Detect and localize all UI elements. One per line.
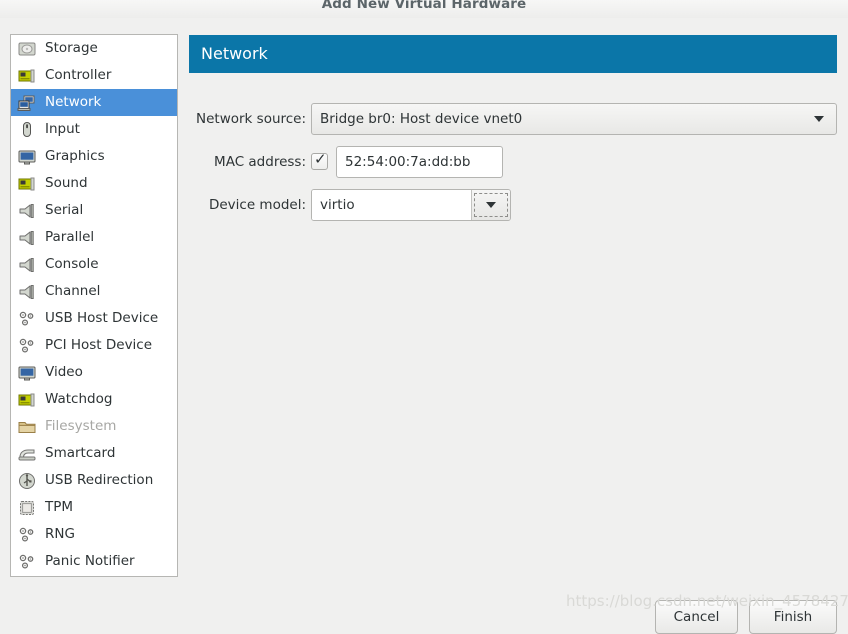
mac-address-label: MAC address: (214, 154, 306, 170)
sidebar-item-sound[interactable]: Sound (11, 170, 177, 197)
device-model-dropdown-button[interactable] (471, 190, 510, 220)
device-model-label: Device model: (208, 197, 306, 213)
sidebar-item-label: Filesystem (45, 417, 117, 434)
panel-header-banner: Network (189, 35, 837, 73)
sidebar-item-filesystem: Filesystem (11, 413, 177, 440)
sidebar-item-channel[interactable]: Channel (11, 278, 177, 305)
controller-card-icon (17, 66, 45, 86)
sidebar-item-label: Console (45, 255, 99, 272)
sidebar-item-label: Sound (45, 174, 88, 191)
sidebar-item-watchdog[interactable]: Watchdog (11, 386, 177, 413)
sidebar-item-label: USB Host Device (45, 309, 159, 326)
usb-icon (17, 471, 45, 491)
sidebar-item-label: Controller (45, 66, 112, 83)
gear-cluster-icon (17, 525, 45, 545)
serial-port-icon (17, 201, 45, 221)
network-source-value: Bridge br0: Host device vnet0 (320, 111, 523, 127)
sidebar-item-parallel[interactable]: Parallel (11, 224, 177, 251)
sidebar-item-label: USB Redirection (45, 471, 154, 488)
gear-cluster-icon (17, 336, 45, 356)
sidebar-item-rng[interactable]: RNG (11, 521, 177, 548)
dialog-body: Storage Controller Network Input Graphics Sou… (0, 18, 848, 634)
window-title: Add New Virtual Hardware (321, 0, 527, 12)
sound-card-icon (17, 174, 45, 194)
console-port-icon (17, 255, 45, 275)
sidebar-item-label: Smartcard (45, 444, 116, 461)
sidebar-item-label: Panic Notifier (45, 552, 135, 569)
sidebar-item-graphics[interactable]: Graphics (11, 143, 177, 170)
sidebar-item-label: RNG (45, 525, 75, 542)
device-model-combo[interactable]: virtio (311, 189, 511, 221)
sidebar-item-console[interactable]: Console (11, 251, 177, 278)
channel-port-icon (17, 282, 45, 302)
checkmark-icon: ✓ (314, 150, 327, 168)
sidebar-item-label: Serial (45, 201, 84, 218)
device-model-value[interactable]: virtio (312, 190, 471, 220)
gear-cluster-icon (17, 552, 45, 572)
focus-ring (474, 193, 508, 217)
sidebar-item-input[interactable]: Input (11, 116, 177, 143)
sidebar-item-label: Input (45, 120, 80, 137)
folder-icon (17, 417, 45, 437)
sidebar-item-pci-host-device[interactable]: PCI Host Device (11, 332, 177, 359)
sidebar-item-label: Channel (45, 282, 101, 299)
chip-icon (17, 498, 45, 518)
smartcard-icon (17, 444, 45, 464)
network-icon (17, 93, 45, 113)
sidebar-item-label: PCI Host Device (45, 336, 153, 353)
sidebar-item-panic-notifier[interactable]: Panic Notifier (11, 548, 177, 575)
sidebar-item-label: Watchdog (45, 390, 113, 407)
monitor-icon (17, 363, 45, 383)
sidebar-item-controller[interactable]: Controller (11, 62, 177, 89)
sidebar-item-video[interactable]: Video (11, 359, 177, 386)
sidebar-item-usb-host-device[interactable]: USB Host Device (11, 305, 177, 332)
network-source-label: Network source: (196, 111, 307, 127)
sidebar-item-label: Network (45, 93, 102, 110)
sidebar-item-label: Video (45, 363, 83, 380)
monitor-icon (17, 147, 45, 167)
sidebar-item-network[interactable]: Network (11, 89, 177, 116)
finish-button[interactable]: Finish (749, 600, 837, 634)
cancel-button[interactable]: Cancel (655, 600, 738, 634)
network-source-dropdown[interactable]: Bridge br0: Host device vnet0 (311, 103, 837, 135)
mac-address-value: 52:54:00:7a:dd:bb (345, 154, 471, 170)
window-titlebar: Add New Virtual Hardware (0, 0, 848, 18)
sidebar-item-usb-redirection[interactable]: USB Redirection (11, 467, 177, 494)
hardware-type-list[interactable]: Storage Controller Network Input Graphics Sou… (10, 34, 178, 577)
sidebar-item-smartcard[interactable]: Smartcard (11, 440, 177, 467)
sidebar-item-label: TPM (45, 498, 74, 515)
sidebar-item-storage[interactable]: Storage (11, 35, 177, 62)
chevron-down-icon (814, 116, 824, 122)
controller-card-icon (17, 390, 45, 410)
storage-icon (17, 39, 45, 59)
parallel-port-icon (17, 228, 45, 248)
sidebar-item-tpm[interactable]: TPM (11, 494, 177, 521)
sidebar-item-label: Parallel (45, 228, 95, 245)
mac-address-checkbox[interactable]: ✓ (311, 150, 328, 170)
gear-cluster-icon (17, 309, 45, 329)
mac-address-input[interactable]: 52:54:00:7a:dd:bb (336, 146, 503, 178)
sidebar-item-serial[interactable]: Serial (11, 197, 177, 224)
sidebar-item-label: Graphics (45, 147, 105, 164)
mouse-icon (17, 120, 45, 140)
sidebar-item-label: Storage (45, 39, 98, 56)
